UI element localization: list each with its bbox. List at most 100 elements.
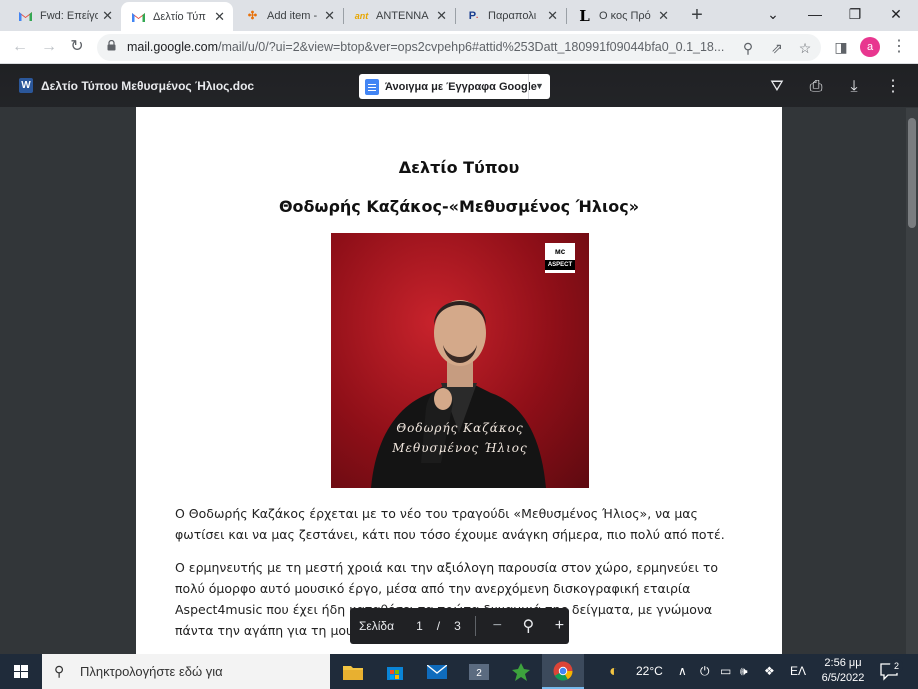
lock-icon — [107, 40, 116, 51]
total-pages: 3 — [454, 619, 461, 633]
url-text: mail.google.com/mail/u/0/?ui=2&view=btop… — [127, 40, 727, 54]
tab-title: Ο κος Πρό — [599, 9, 651, 22]
url-path: /mail/u/0/?ui=2&view=btop&ver=ops2cvpehp… — [218, 40, 725, 54]
tab-gmail-press-release[interactable]: Δελτίο Τύπ ✕ — [121, 2, 233, 31]
viewer-scrollbar[interactable] — [906, 108, 918, 654]
zoom-icon[interactable]: ⚲ — [738, 38, 758, 58]
document-subheading: Θοδωρής Καζάκος-«Μεθυσμένος Ήλιος» — [278, 197, 640, 216]
back-arrow-icon[interactable]: ← — [9, 36, 31, 58]
cover-song-title: Μεθυσμένος Ήλιος — [392, 441, 528, 455]
google-docs-icon — [365, 78, 379, 95]
weather-icon[interactable]: ◐ — [609, 654, 619, 689]
tab-add-item[interactable]: ✣ Add item - ✕ — [235, 0, 343, 31]
forward-arrow-icon[interactable]: → — [38, 36, 60, 58]
parapolitika-icon: P. — [468, 9, 479, 22]
tab-title: Add item - — [267, 9, 318, 22]
close-window-icon[interactable]: ✕ — [877, 0, 915, 31]
reload-icon[interactable]: ↻ — [66, 36, 88, 58]
tab-title: ANTENNA — [376, 9, 429, 22]
close-tab-icon[interactable]: ✕ — [102, 8, 113, 24]
puzzle-icon: ✣ — [247, 10, 258, 22]
viewer-header: W Δελτίο Τύπου Μεθυσμένος Ήλιος.doc Άνοι… — [0, 64, 918, 107]
zoom-out-icon[interactable]: − — [488, 617, 507, 635]
dropdown-arrow-icon[interactable]: ▼ — [528, 74, 550, 99]
profile-avatar[interactable]: a — [860, 37, 880, 57]
search-placeholder: Πληκτρολογήστε εδώ για — [80, 664, 223, 679]
l-icon: L — [579, 6, 590, 25]
tab-title: Παραπολι — [488, 9, 537, 22]
close-tab-icon[interactable]: ✕ — [658, 8, 669, 24]
bookmark-star-icon[interactable]: ☆ — [795, 38, 815, 58]
tab-gmail-fwd[interactable]: Fwd: Επείγο ✕ — [8, 0, 121, 31]
file-explorer-icon[interactable] — [332, 654, 374, 689]
aspect-logo: ᴍc ASPECT — [545, 243, 575, 273]
page-control-bar: Σελίδα 1 / 3 − ⚲ + — [350, 608, 569, 644]
cover-artist-name: Θοδωρής Καζάκος — [396, 421, 524, 435]
game-app-icon[interactable] — [500, 654, 542, 689]
open-with-label: Άνοιγμα με Έγγραφα Google — [385, 80, 537, 93]
windows-taskbar: ⚲ Πληκτρολογήστε εδώ για 2 ◐ 22°C ∧ ⏻ ▭ … — [0, 654, 918, 689]
document-name: Δελτίο Τύπου Μεθυσμένος Ήλιος.doc — [41, 79, 255, 93]
tray-chevron-icon[interactable]: ∧ — [678, 654, 687, 689]
antenna-icon: ant — [354, 10, 369, 21]
side-panel-icon[interactable]: ◨ — [830, 36, 852, 58]
dropbox-icon[interactable]: ❖ — [764, 654, 775, 689]
notification-count: 2 — [890, 659, 903, 673]
print-icon[interactable]: ⎙ — [805, 76, 827, 98]
svg-text:2: 2 — [476, 668, 482, 679]
clock[interactable]: 2:56 μμ 6/5/2022 — [818, 656, 868, 686]
word-doc-icon: W — [19, 78, 33, 93]
url-domain: mail.google.com — [127, 40, 219, 54]
tab-parapolitika[interactable]: P. Παραπολι ✕ — [456, 0, 566, 31]
album-cover-image: ᴍc ASPECT Θοδωρής Καζάκος Μεθυσμένος Ήλιο… — [331, 233, 589, 488]
document-heading: Δελτίο Τύπου — [398, 158, 520, 177]
tab-title: Δελτίο Τύπ — [153, 10, 206, 23]
divider — [474, 616, 476, 636]
close-tab-icon[interactable]: ✕ — [436, 8, 447, 24]
close-tab-icon[interactable]: ✕ — [214, 9, 225, 25]
zoom-in-icon[interactable]: + — [550, 617, 569, 635]
gmail-icon — [18, 8, 33, 23]
taskbar-search[interactable]: ⚲ Πληκτρολογήστε εδώ για — [42, 654, 330, 689]
zoom-fit-icon[interactable]: ⚲ — [519, 616, 538, 636]
temperature[interactable]: 22°C — [636, 654, 663, 689]
restore-icon[interactable]: ❐ — [836, 0, 874, 31]
tab-antenna[interactable]: ant ANTENNA ✕ — [344, 0, 455, 31]
open-with-google-docs-button[interactable]: Άνοιγμα με Έγγραφα Google ▼ — [359, 74, 550, 99]
scrollbar-thumb[interactable] — [908, 118, 916, 228]
browser-menu-icon[interactable]: ⋮ — [888, 36, 910, 58]
tab-search-chevron-icon[interactable]: ⌄ — [754, 0, 792, 31]
current-page-number[interactable]: 1 — [416, 619, 423, 633]
document-viewer: Δελτίο Τύπου Θοδωρής Καζάκος-«Μεθυσμένος… — [0, 64, 918, 654]
windows-logo-icon — [14, 665, 28, 678]
more-options-icon[interactable]: ⋮ — [882, 76, 904, 98]
address-bar[interactable]: mail.google.com/mail/u/0/?ui=2&view=btop… — [97, 34, 821, 61]
mail-icon[interactable] — [416, 654, 458, 689]
close-tab-icon[interactable]: ✕ — [547, 8, 558, 24]
tray-app-icon[interactable]: ⏻ — [700, 654, 710, 689]
download-icon[interactable]: ⤓ — [843, 76, 865, 98]
navigation-bar: ← → ↻ mail.google.com/mail/u/0/?ui=2&vie… — [0, 31, 918, 64]
clock-time: 2:56 μμ — [824, 657, 862, 669]
tab-o-kos[interactable]: L Ο κος Πρό ✕ — [567, 0, 677, 31]
store-icon[interactable] — [374, 654, 416, 689]
photos-icon[interactable]: 2 — [458, 654, 500, 689]
gmail-icon — [131, 9, 146, 24]
tab-strip: Fwd: Επείγο ✕ Δελτίο Τύπ ✕ ✣ Add item - … — [0, 0, 918, 31]
start-button[interactable] — [0, 654, 42, 689]
page-separator: / — [436, 619, 441, 633]
new-tab-button[interactable]: + — [687, 4, 707, 26]
page-label: Σελίδα — [359, 619, 395, 633]
search-icon: ⚲ — [54, 663, 65, 679]
tab-title: Fwd: Επείγο — [40, 9, 99, 22]
document-page: Δελτίο Τύπου Θοδωρής Καζάκος-«Μεθυσμένος… — [136, 107, 782, 654]
volume-icon[interactable]: 🕪 — [740, 654, 748, 689]
chrome-taskbar-icon[interactable] — [542, 654, 584, 689]
minimize-icon[interactable]: — — [796, 0, 834, 31]
network-icon[interactable]: ▭ — [720, 654, 731, 689]
document-paragraph: Ο Θοδωρής Καζάκος έρχεται με το νέο του … — [175, 506, 725, 542]
add-to-drive-icon[interactable]: ⛛ — [766, 76, 788, 98]
share-icon[interactable]: ⇗ — [767, 38, 787, 58]
language-indicator[interactable]: ΕΛ — [790, 654, 806, 689]
close-tab-icon[interactable]: ✕ — [324, 8, 335, 24]
